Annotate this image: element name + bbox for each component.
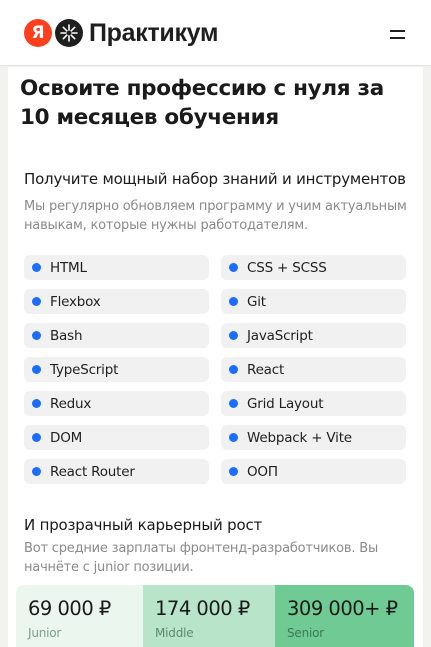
salary-value: 174 000 ₽ bbox=[155, 597, 250, 620]
page-title: Освоите профессию с нуля за 10 месяцев о… bbox=[20, 76, 384, 130]
bullet-dot-icon bbox=[229, 365, 238, 374]
skill-label: Flexbox bbox=[50, 293, 101, 310]
logo-text: Практикум bbox=[89, 18, 219, 47]
skill-label: Redux bbox=[50, 395, 92, 412]
skills-title: Получите мощный набор знаний и инструмен… bbox=[24, 170, 406, 188]
skill-label: DOM bbox=[50, 429, 83, 446]
site-header: Я Практикум bbox=[0, 0, 431, 66]
salary-level-label: Senior bbox=[287, 626, 325, 640]
skill-label: React Router bbox=[50, 463, 135, 480]
skill-tag: ООП bbox=[221, 459, 406, 484]
skill-tag: TypeScript bbox=[24, 357, 209, 382]
skill-tag: Bash bbox=[24, 323, 209, 348]
salary-levels: 69 000 ₽ Junior 174 000 ₽ Middle 309 000+ ₽ S… bbox=[16, 585, 414, 647]
skill-tag: Grid Layout bbox=[221, 391, 406, 416]
bullet-dot-icon bbox=[32, 433, 41, 442]
bullet-dot-icon bbox=[32, 399, 41, 408]
skill-tag: React Router bbox=[24, 459, 209, 484]
skills-list: HTML CSS + SCSS Flexbox Git Bash JavaScript Ty… bbox=[24, 255, 406, 484]
skill-label: HTML bbox=[50, 259, 87, 276]
salary-senior: 309 000+ ₽ Senior bbox=[275, 585, 414, 647]
skill-label: TypeScript bbox=[50, 361, 119, 378]
bullet-dot-icon bbox=[229, 399, 238, 408]
praktikum-logo[interactable]: Я Практикум bbox=[24, 18, 218, 48]
skills-description: Мы регулярно обновляем программу и учим … bbox=[24, 199, 407, 233]
skill-label: Git bbox=[247, 293, 266, 310]
bullet-dot-icon bbox=[229, 263, 238, 272]
skills-section: Получите мощный набор знаний и инструмен… bbox=[16, 167, 415, 647]
bullet-dot-icon bbox=[229, 331, 238, 340]
bullet-dot-icon bbox=[229, 467, 238, 476]
skill-tag: Flexbox bbox=[24, 289, 209, 314]
salary-value: 309 000+ ₽ bbox=[287, 597, 398, 620]
salary-level-label: Junior bbox=[28, 626, 62, 640]
bullet-dot-icon bbox=[32, 263, 41, 272]
skill-tag: JavaScript bbox=[221, 323, 406, 348]
skill-tag: Webpack + Vite bbox=[221, 425, 406, 450]
bullet-dot-icon bbox=[229, 297, 238, 306]
salary-middle: 174 000 ₽ Middle bbox=[143, 585, 275, 647]
bullet-dot-icon bbox=[32, 467, 41, 476]
hamburger-icon[interactable] bbox=[385, 24, 409, 44]
career-title: И прозрачный карьерный рост bbox=[24, 516, 263, 534]
yandex-logo-icon: Я bbox=[24, 19, 52, 47]
skill-tag: HTML bbox=[24, 255, 209, 280]
skill-tag: Redux bbox=[24, 391, 209, 416]
bullet-dot-icon bbox=[32, 331, 41, 340]
salary-value: 69 000 ₽ bbox=[28, 597, 111, 620]
skill-label: Webpack + Vite bbox=[247, 429, 352, 446]
skill-tag: DOM bbox=[24, 425, 209, 450]
program-card: Освоите профессию с нуля за 10 месяцев о… bbox=[8, 67, 423, 647]
career-description: Вот средние зарплаты фронтенд-разработчи… bbox=[24, 541, 379, 575]
skill-label: Grid Layout bbox=[247, 395, 324, 412]
bullet-dot-icon bbox=[229, 433, 238, 442]
salary-junior: 69 000 ₽ Junior bbox=[16, 585, 143, 647]
skill-tag: Git bbox=[221, 289, 406, 314]
bullet-dot-icon bbox=[32, 365, 41, 374]
skill-tag: React bbox=[221, 357, 406, 382]
skill-label: ООП bbox=[247, 463, 278, 480]
skill-label: JavaScript bbox=[247, 327, 313, 344]
skill-label: CSS + SCSS bbox=[247, 259, 327, 276]
bullet-dot-icon bbox=[32, 297, 41, 306]
skill-label: Bash bbox=[50, 327, 83, 344]
skill-tag: CSS + SCSS bbox=[221, 255, 406, 280]
praktikum-star-icon bbox=[55, 19, 83, 47]
salary-level-label: Middle bbox=[155, 626, 194, 640]
skill-label: React bbox=[247, 361, 285, 378]
